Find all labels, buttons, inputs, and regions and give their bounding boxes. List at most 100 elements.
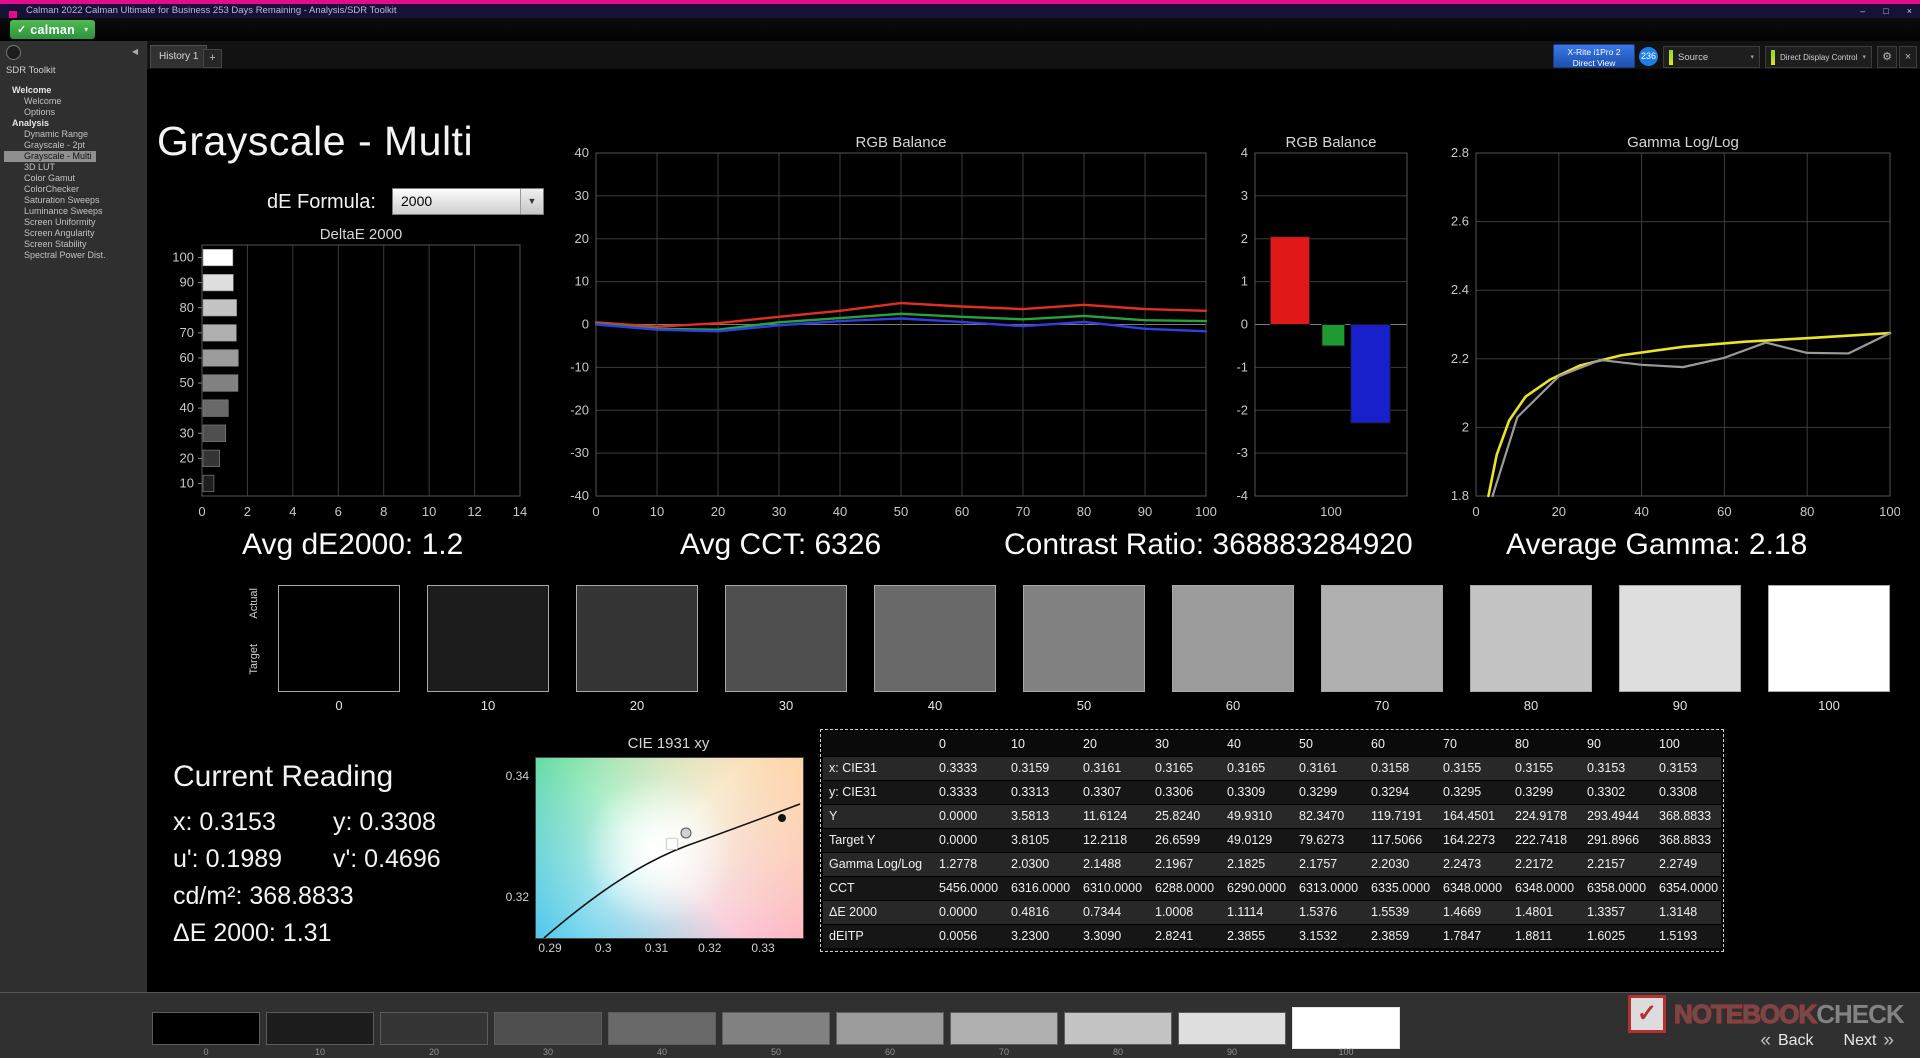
measure-patch-50[interactable] — [722, 1012, 830, 1045]
svg-text:70: 70 — [1016, 504, 1030, 519]
svg-text:80: 80 — [1077, 504, 1091, 519]
chevron-down-icon: ▾ — [84, 25, 88, 34]
sidebar-collapse-button[interactable]: ◀ — [128, 45, 142, 59]
svg-text:20: 20 — [1552, 504, 1566, 519]
table-col-header-80: 80 — [1505, 732, 1577, 756]
table-cell: 49.9310 — [1217, 804, 1289, 828]
de-formula-dropdown[interactable]: 2000 ▼ — [392, 188, 544, 215]
swatch-label-90: 90 — [1619, 698, 1741, 713]
svg-text:2.6: 2.6 — [1451, 214, 1469, 229]
sidebar-item-color-gamut[interactable]: Color Gamut — [4, 173, 145, 184]
gamma-chart: 2.82.62.42.221.8020406080100 — [1430, 146, 1900, 531]
measure-patch-70[interactable] — [950, 1012, 1058, 1045]
table-cell: 0.7344 — [1073, 900, 1145, 924]
measure-patch-10[interactable] — [266, 1012, 374, 1045]
meter-device-button[interactable]: X-Rite i1Pro 2 Direct View — [1553, 44, 1635, 68]
next-button[interactable]: Next » — [1844, 1032, 1894, 1050]
add-tab-button[interactable]: + — [203, 49, 222, 68]
table-row-target-y: Target Y0.00003.810512.211826.659949.012… — [823, 828, 1721, 852]
svg-text:14: 14 — [513, 504, 527, 519]
measure-patch-90[interactable] — [1178, 1012, 1286, 1045]
patch-label-70: 70 — [950, 1047, 1058, 1057]
sidebar-section-welcome[interactable]: Welcome — [4, 85, 145, 96]
table-cell: 6316.0000 — [1001, 876, 1073, 900]
table-row-label: Y — [823, 804, 929, 828]
sidebar-item-screen-angularity[interactable]: Screen Angularity — [4, 228, 145, 239]
measure-patch-60[interactable] — [836, 1012, 944, 1045]
svg-text:70: 70 — [180, 325, 194, 340]
table-cell: 0.0000 — [929, 828, 1001, 852]
sidebar-item-luminance-sweeps[interactable]: Luminance Sweeps — [4, 206, 145, 217]
sidebar-menu-icon[interactable] — [6, 45, 21, 60]
display-control-dropdown[interactable]: Direct Display Control ▾ — [1765, 46, 1872, 68]
table-header-row: 0102030405060708090100 — [823, 732, 1721, 756]
table-col-header-40: 40 — [1217, 732, 1289, 756]
table-cell: 0.3333 — [929, 780, 1001, 804]
patch-label-60: 60 — [836, 1047, 944, 1057]
patch-label-20: 20 — [380, 1047, 488, 1057]
maximize-button[interactable]: □ — [1883, 6, 1888, 16]
tab-history-1[interactable]: History 1 — [150, 45, 207, 68]
svg-text:-40: -40 — [570, 488, 589, 503]
panel-close-button[interactable]: × — [1899, 46, 1917, 68]
table-cell: 82.3470 — [1289, 804, 1361, 828]
sidebar-item-dynamic-range[interactable]: Dynamic Range — [4, 129, 145, 140]
table-cell: 2.3855 — [1217, 924, 1289, 948]
sidebar-section-analysis[interactable]: Analysis — [4, 118, 145, 129]
measure-patch-20[interactable] — [380, 1012, 488, 1045]
sidebar-item-screen-uniformity[interactable]: Screen Uniformity — [4, 217, 145, 228]
sidebar-item-grayscale-multi[interactable]: Grayscale - Multi — [4, 151, 96, 162]
measurement-patch-row: 0102030405060708090100 — [152, 1010, 1400, 1058]
table-cell: 6335.0000 — [1361, 876, 1433, 900]
source-dropdown[interactable]: Source ▾ — [1663, 46, 1760, 68]
table-cell: 6290.0000 — [1217, 876, 1289, 900]
table-cell: 0.3165 — [1145, 756, 1217, 780]
svg-text:100: 100 — [172, 250, 194, 265]
sidebar-item-grayscale-2pt[interactable]: Grayscale - 2pt — [4, 140, 145, 151]
close-button[interactable]: × — [1907, 6, 1912, 16]
cie-x-tick-0.29: 0.29 — [538, 941, 561, 955]
patch-slot-40: 40 — [608, 1010, 716, 1058]
table-cell: 222.7418 — [1505, 828, 1577, 852]
svg-text:8: 8 — [380, 504, 387, 519]
sidebar-item-saturation-sweeps[interactable]: Saturation Sweeps — [4, 195, 145, 206]
swatch-label-0: 0 — [278, 698, 400, 713]
sidebar-item-colorchecker[interactable]: ColorChecker — [4, 184, 145, 195]
sidebar-item-3d-lut[interactable]: 3D LUT — [4, 162, 145, 173]
table-cell: 291.8966 — [1577, 828, 1649, 852]
sidebar-item-screen-stability[interactable]: Screen Stability — [4, 239, 145, 250]
minimize-button[interactable]: – — [1860, 6, 1865, 16]
patch-label-0: 0 — [152, 1047, 260, 1057]
gray-swatch-50 — [1023, 585, 1145, 692]
sidebar-item-options[interactable]: Options — [4, 107, 145, 118]
patch-slot-30: 30 — [494, 1010, 602, 1058]
table-row-gamma-log-log: Gamma Log/Log1.27782.03002.14882.19672.1… — [823, 852, 1721, 876]
patch-label-100: 100 — [1292, 1047, 1400, 1057]
patch-label-30: 30 — [494, 1047, 602, 1057]
table-col-header-70: 70 — [1433, 732, 1505, 756]
measure-patch-100[interactable] — [1292, 1007, 1400, 1049]
table-cell: 368.8833 — [1649, 828, 1721, 852]
table-cell: 0.3165 — [1217, 756, 1289, 780]
svg-text:12: 12 — [467, 504, 481, 519]
measure-patch-40[interactable] — [608, 1012, 716, 1045]
table-cell: 0.0000 — [929, 900, 1001, 924]
table-cell: 164.4501 — [1433, 804, 1505, 828]
measure-patch-0[interactable] — [152, 1012, 260, 1045]
patch-label-80: 80 — [1064, 1047, 1172, 1057]
sidebar-item-welcome[interactable]: Welcome — [4, 96, 145, 107]
svg-text:-20: -20 — [570, 402, 589, 417]
titlebar[interactable]: Calman 2022 Calman Ultimate for Business… — [0, 4, 1920, 18]
patch-slot-90: 90 — [1178, 1010, 1286, 1058]
back-button[interactable]: « Back — [1760, 1032, 1813, 1050]
calman-logo-menu[interactable]: ✓ calman ▾ — [10, 20, 95, 39]
table-row-cct: CCT5456.00006316.00006310.00006288.00006… — [823, 876, 1721, 900]
cie-x-tick-0.3: 0.3 — [595, 941, 612, 955]
measure-patch-80[interactable] — [1064, 1012, 1172, 1045]
settings-gear-button[interactable]: ⚙ — [1877, 46, 1897, 68]
cie-y-tick-0.34: 0.34 — [491, 769, 529, 783]
results-table-panel[interactable]: 0102030405060708090100x: CIE310.33330.31… — [820, 729, 1724, 952]
measure-patch-30[interactable] — [494, 1012, 602, 1045]
sidebar-item-spectral-power-dist[interactable]: Spectral Power Dist. — [4, 250, 145, 261]
table-cell: 3.3090 — [1073, 924, 1145, 948]
